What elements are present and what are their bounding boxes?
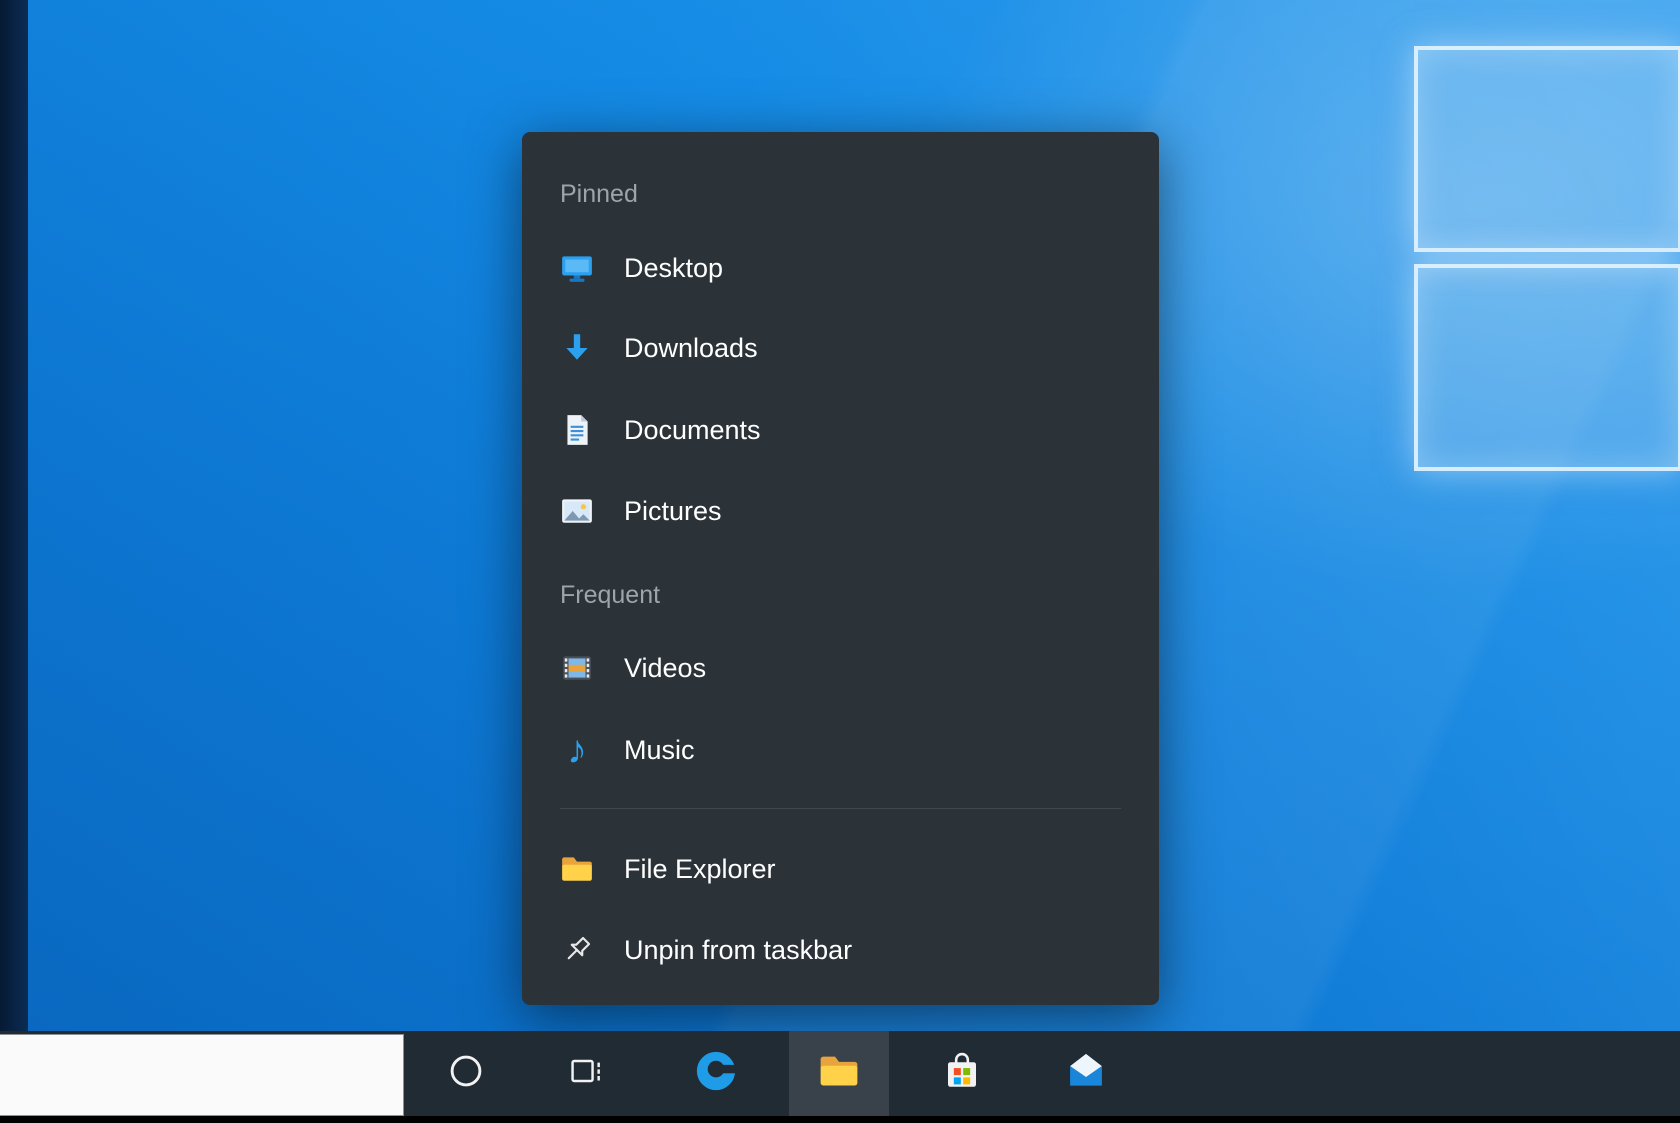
videos-icon [560,651,594,685]
edge-button[interactable] [666,1031,766,1116]
downloads-icon [560,331,594,365]
unpin-icon [560,933,594,967]
cortana-button[interactable] [416,1031,516,1116]
taskbar [0,1031,1680,1116]
jumplist-item-label: Downloads [624,333,758,364]
jumplist-item-desktop[interactable]: Desktop [560,236,1135,300]
jumplist-item-downloads[interactable]: Downloads [560,316,1135,380]
jumplist-task-unpin[interactable]: Unpin from taskbar [560,918,1135,982]
file-explorer-jumplist: Pinned Desktop Downloads [522,132,1159,1005]
cortana-icon [446,1051,486,1096]
jumplist-item-label: Desktop [624,253,723,284]
jumplist-task-file-explorer[interactable]: File Explorer [560,837,1135,901]
music-icon: ♪ [560,733,594,767]
documents-icon [560,413,594,447]
jumplist-item-label: Documents [624,415,761,446]
file-explorer-taskbar-button[interactable] [789,1031,889,1116]
jumplist-section-header-frequent: Frequent [560,575,660,615]
jumplist-section-header-pinned: Pinned [560,174,638,214]
jumplist-item-pictures[interactable]: Pictures [560,479,1135,543]
edge-icon [693,1048,739,1099]
file-explorer-icon [818,1050,860,1097]
task-view-button[interactable] [537,1031,637,1116]
windows-logo-pane-bottom [1414,264,1680,471]
screen-left-edge-strip [0,0,28,1031]
screen-bottom-edge-strip [0,1116,1680,1123]
taskbar-search-input[interactable] [0,1034,404,1116]
jumplist-item-label: Pictures [624,496,722,527]
desktop-icon [560,251,594,285]
jumplist-item-label: Music [624,735,695,766]
windows-logo-pane-top [1414,46,1680,252]
store-icon [941,1050,983,1097]
file-explorer-icon [560,852,594,886]
jumplist-item-label: File Explorer [624,854,776,885]
jumplist-item-videos[interactable]: Videos [560,636,1135,700]
store-button[interactable] [912,1031,1012,1116]
jumplist-item-documents[interactable]: Documents [560,398,1135,462]
mail-button[interactable] [1036,1031,1136,1116]
pictures-icon [560,494,594,528]
desktop-screen: Pinned Desktop Downloads [0,0,1680,1123]
jumplist-item-label: Videos [624,653,706,684]
task-view-icon [567,1051,607,1096]
mail-icon [1064,1049,1108,1098]
jumplist-item-label: Unpin from taskbar [624,935,852,966]
jumplist-separator [560,808,1121,809]
jumplist-item-music[interactable]: ♪ Music [560,718,1135,782]
